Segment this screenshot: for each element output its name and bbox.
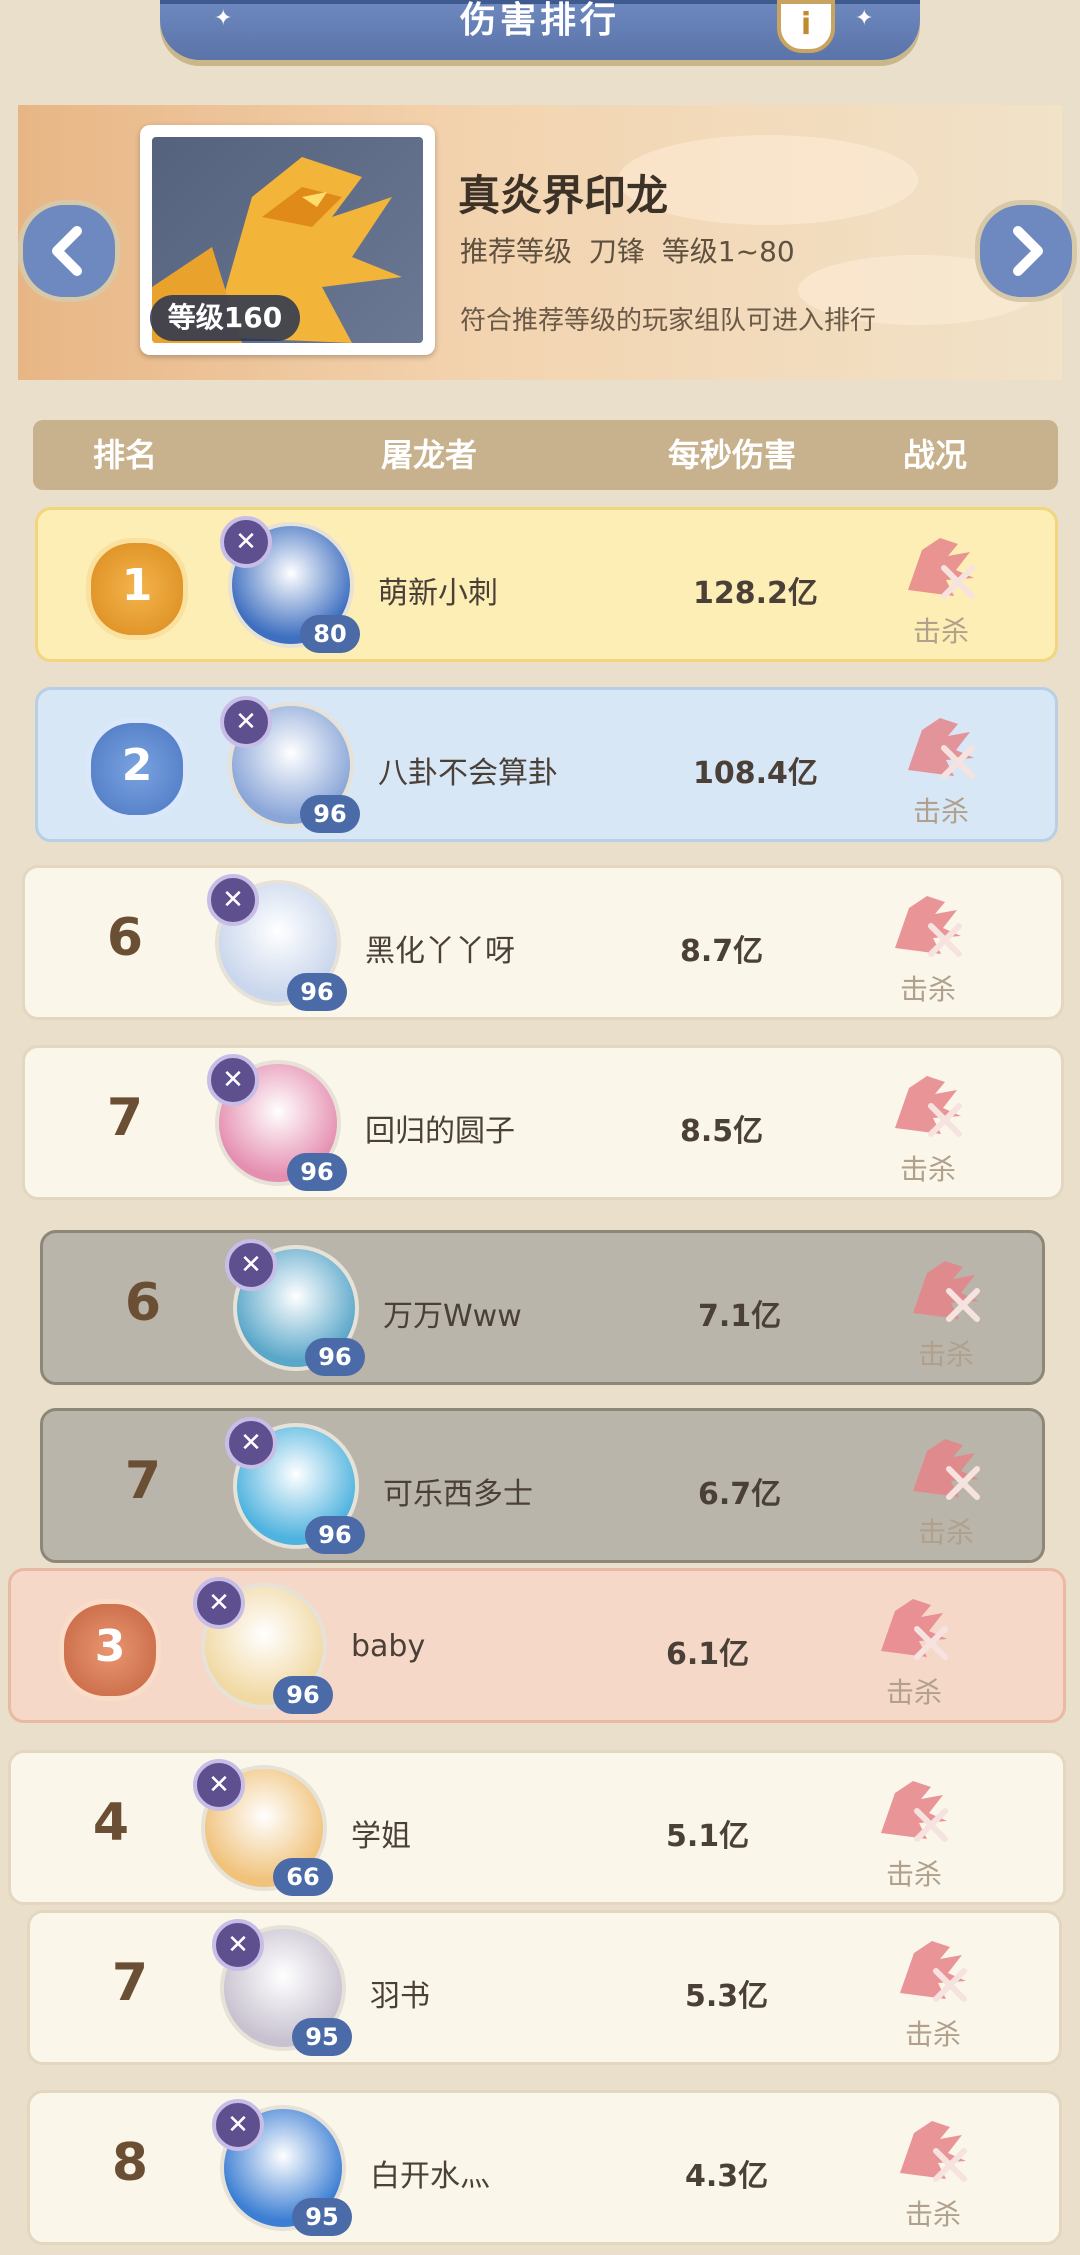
damage-per-second: 7.1亿 (698, 1299, 782, 1334)
player-level-badge: 96 (300, 795, 360, 833)
rank-number: 6 (106, 908, 144, 968)
battle-status: 击杀 (913, 615, 970, 648)
class-icon: ✕ (220, 696, 272, 748)
dragon-kill-icon (873, 1773, 953, 1843)
player-name: 黑化丫丫呀 (365, 934, 515, 969)
prev-boss-button[interactable] (18, 200, 120, 302)
player-name: 羽书 (370, 1979, 430, 2014)
player-name: 回归的圆子 (365, 1114, 515, 1149)
class-icon: ✕ (225, 1239, 277, 1291)
rank-number: 7 (124, 1451, 162, 1511)
dragon-kill-icon (900, 530, 980, 600)
rank-number: 7 (106, 1088, 144, 1148)
bronze-medal-icon: 3 (59, 1599, 161, 1701)
dragon-kill-icon (887, 888, 967, 958)
player-level-badge: 96 (287, 1153, 347, 1191)
damage-per-second: 5.1亿 (666, 1819, 750, 1854)
ranking-row[interactable]: 6 ✕ 96 黑化丫丫呀 8.7亿击杀 (22, 865, 1064, 1020)
info-button[interactable]: i (777, 0, 835, 53)
player-level-badge: 95 (292, 2198, 352, 2236)
ranking-header: 排名 屠龙者 每秒伤害 战况 (33, 420, 1058, 490)
player-name: baby (351, 1629, 426, 1664)
player-level-badge: 66 (273, 1858, 333, 1896)
battle-status: 击杀 (905, 2198, 962, 2231)
ranking-row[interactable]: 7 ✕ 95 羽书 5.3亿击杀 (27, 1910, 1062, 2065)
chevron-right-icon (1013, 226, 1043, 276)
damage-per-second: 128.2亿 (693, 576, 818, 611)
ranking-row[interactable]: 8 ✕ 95 白开水灬 4.3亿击杀 (27, 2090, 1062, 2245)
player-level-badge: 96 (287, 973, 347, 1011)
dragon-kill-icon (892, 2113, 972, 2183)
sparkle-icon: ✦ (214, 6, 233, 31)
player-level-badge: 95 (292, 2018, 352, 2056)
ranking-row[interactable]: 4 ✕ 66 学姐 5.1亿击杀 (8, 1750, 1066, 1905)
class-icon: ✕ (212, 1919, 264, 1971)
player-level-badge: 96 (305, 1516, 365, 1554)
battle-status: 击杀 (913, 795, 970, 828)
class-icon: ✕ (193, 1759, 245, 1811)
player-level-badge: 96 (305, 1338, 365, 1376)
rank-number: 7 (111, 1953, 149, 2013)
ranking-row[interactable]: 6 ✕ 96 万万Www 7.1亿击杀 (40, 1230, 1045, 1385)
class-icon: ✕ (225, 1417, 277, 1469)
player-level-badge: 96 (273, 1676, 333, 1714)
player-name: 白开水灬 (370, 2159, 490, 2194)
column-rank: 排名 (93, 436, 158, 474)
battle-status: 击杀 (886, 1676, 943, 1709)
battle-status: 击杀 (900, 1153, 957, 1186)
ranking-row[interactable]: 1 ✕ 80 萌新小刺 128.2亿击杀 (35, 507, 1058, 662)
rank-number: 6 (124, 1273, 162, 1333)
player-name: 可乐西多士 (383, 1477, 533, 1512)
class-icon: ✕ (207, 874, 259, 926)
dragon-kill-icon (887, 1068, 967, 1138)
battle-status: 击杀 (918, 1338, 975, 1371)
class-icon: ✕ (207, 1054, 259, 1106)
ranking-row[interactable]: 7 ✕ 96 可乐西多士 6.7亿击杀 (40, 1408, 1045, 1563)
column-dps: 每秒伤害 (668, 436, 797, 474)
column-status: 战况 (903, 436, 968, 474)
rank-number: 4 (92, 1793, 130, 1853)
dragon-kill-icon (873, 1591, 953, 1661)
damage-per-second: 4.3亿 (685, 2159, 769, 2194)
ranking-row[interactable]: 2 ✕ 96 八卦不会算卦 108.4亿击杀 (35, 687, 1058, 842)
boss-level-badge: 等级160 (150, 295, 300, 341)
damage-ranking-screen: 伤害排行 ✦ ✦ i 等级160 真炎界印龙 推荐等级 刀锋 等级1~80 符合… (0, 0, 1080, 2255)
next-boss-button[interactable] (975, 200, 1077, 302)
ranking-row[interactable]: 7 ✕ 96 回归的圆子 8.5亿击杀 (22, 1045, 1064, 1200)
battle-status: 击杀 (918, 1516, 975, 1549)
damage-per-second: 8.5亿 (680, 1114, 764, 1149)
damage-per-second: 6.1亿 (666, 1637, 750, 1672)
player-name: 学姐 (351, 1819, 411, 1854)
player-name: 万万Www (383, 1299, 522, 1334)
dragon-kill-icon (905, 1431, 985, 1501)
dragon-kill-icon (905, 1253, 985, 1323)
damage-per-second: 8.7亿 (680, 934, 764, 969)
battle-status: 击杀 (905, 2018, 962, 2051)
dragon-kill-icon (900, 710, 980, 780)
battle-status: 击杀 (900, 973, 957, 1006)
player-name: 萌新小刺 (378, 576, 498, 611)
dragon-kill-icon (892, 1933, 972, 2003)
ranking-row[interactable]: 3 ✕ 96 baby 6.1亿击杀 (8, 1568, 1066, 1723)
damage-per-second: 108.4亿 (693, 756, 818, 791)
damage-per-second: 5.3亿 (685, 1979, 769, 2014)
player-level-badge: 80 (300, 615, 360, 653)
boss-ranking-rule: 符合推荐等级的玩家组队可进入排行 (460, 306, 877, 336)
battle-status: 击杀 (886, 1858, 943, 1891)
silver-medal-icon: 2 (86, 718, 188, 820)
column-slayer: 屠龙者 (381, 436, 478, 474)
boss-recommended-level: 推荐等级 刀锋 等级1~80 (460, 235, 795, 268)
player-name: 八卦不会算卦 (378, 756, 558, 791)
class-icon: ✕ (220, 516, 272, 568)
class-icon: ✕ (212, 2099, 264, 2151)
gold-medal-icon: 1 (86, 538, 188, 640)
rank-number: 8 (111, 2133, 149, 2193)
sparkle-icon: ✦ (855, 6, 874, 31)
class-icon: ✕ (193, 1577, 245, 1629)
damage-per-second: 6.7亿 (698, 1477, 782, 1512)
boss-name: 真炎界印龙 (458, 171, 669, 220)
chevron-left-icon (52, 226, 82, 276)
